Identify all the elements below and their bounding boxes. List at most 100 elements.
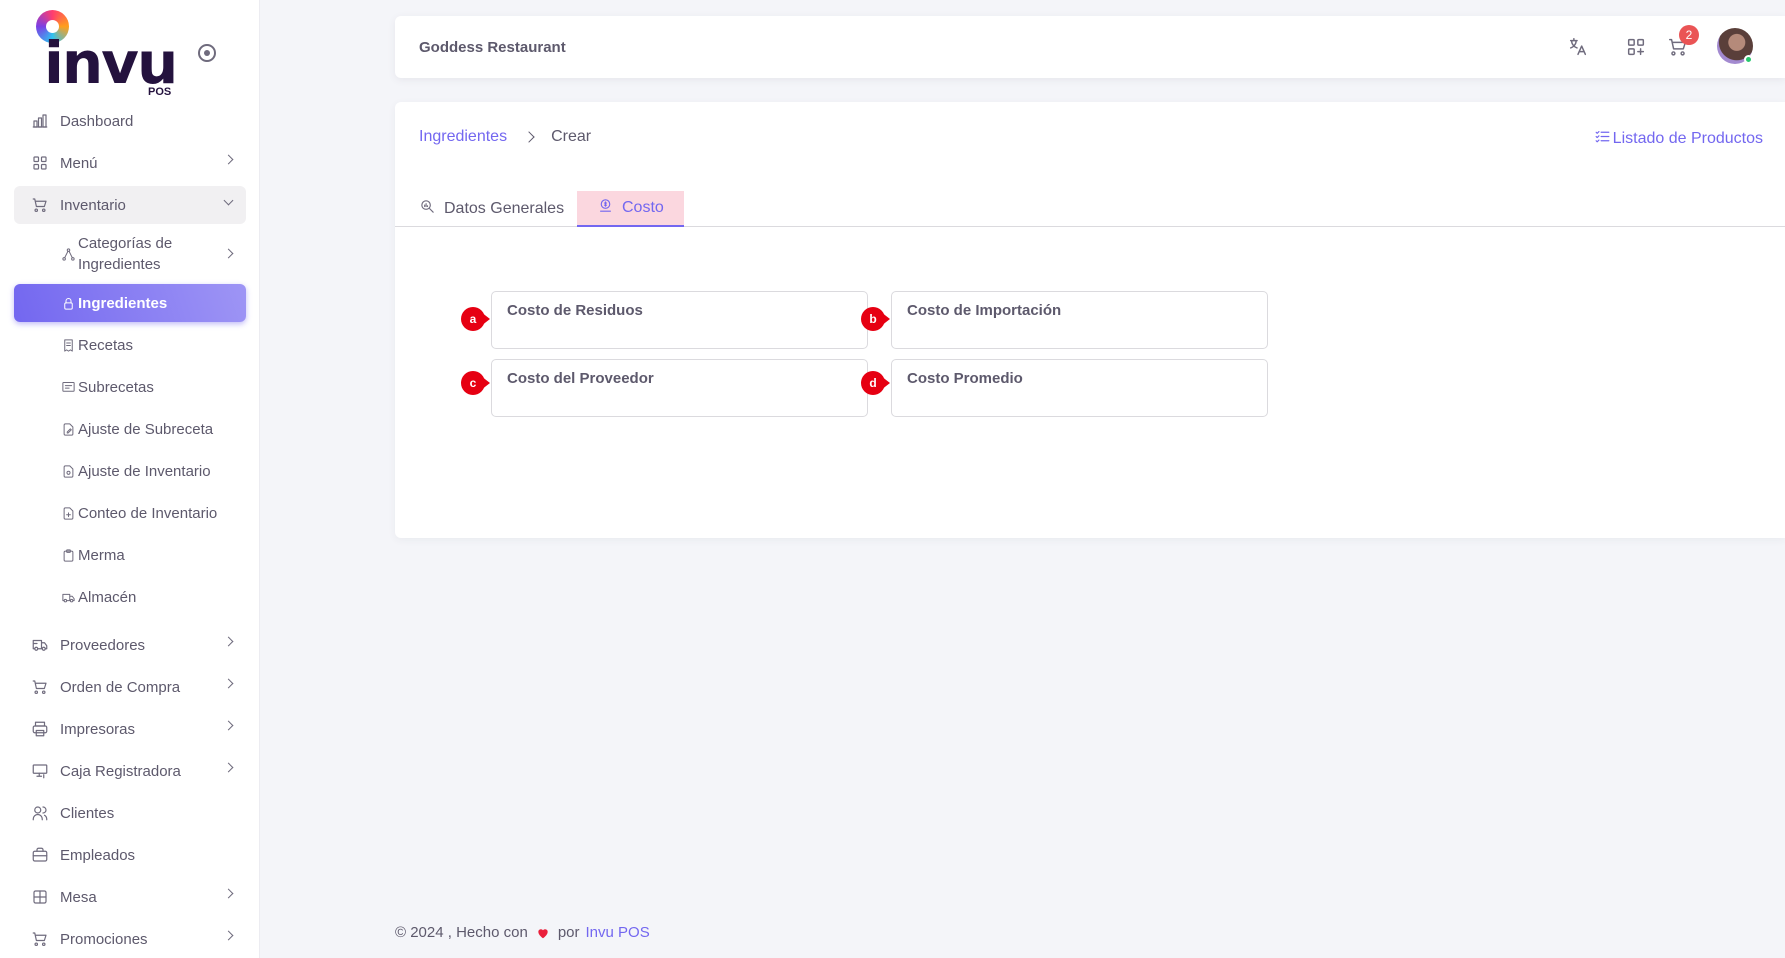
tabs: Datos Generales Costo	[395, 191, 1785, 227]
search-report-icon	[419, 198, 444, 220]
waste-cost-field[interactable]: Costo de Residuos	[491, 291, 868, 349]
sidebar-item-dashboard[interactable]: Dashboard	[14, 102, 246, 140]
tab-costo[interactable]: Costo	[577, 191, 684, 227]
sidebar-item-label: Conteo de Inventario	[78, 504, 218, 522]
import-cost-field[interactable]: Costo de Importación	[891, 291, 1268, 349]
import-cost-input[interactable]	[906, 324, 1251, 344]
sidebar-item-caja-registradora[interactable]: Caja Registradora	[14, 752, 246, 790]
logo-sub: POS	[148, 86, 172, 98]
briefcase-icon	[30, 845, 50, 865]
chevron-right-icon	[223, 762, 234, 773]
chart-bar-icon	[30, 111, 50, 131]
product-list-link[interactable]: Listado de Productos	[1594, 128, 1763, 150]
sidebar-item-label: Empleados	[60, 846, 136, 864]
annotation-marker-a: a	[461, 307, 490, 331]
tab-datos-generales[interactable]: Datos Generales	[399, 191, 584, 227]
sidebar-item-label: Promociones	[60, 930, 148, 948]
top-navbar: Goddess Restaurant 2	[395, 16, 1785, 78]
supplier-cost-label: Costo del Proveedor	[507, 370, 654, 387]
list-details-icon	[60, 379, 76, 395]
sidebar-item-empleados[interactable]: Empleados	[14, 836, 246, 874]
sidebar-item-inventario[interactable]: Inventario	[14, 186, 246, 224]
sidebar-item-orden-compra[interactable]: Orden de Compra	[14, 668, 246, 706]
truck-icon	[60, 589, 76, 605]
sidebar-collapse-toggle[interactable]	[198, 44, 216, 62]
average-cost-input[interactable]	[906, 392, 1251, 412]
waste-cost-label: Costo de Residuos	[507, 302, 643, 319]
shopping-cart-icon	[30, 929, 50, 949]
file-plus-icon	[60, 505, 76, 521]
sidebar-item-label: Ajuste de Subreceta	[78, 420, 214, 438]
sidebar-item-label: Impresoras	[60, 720, 136, 738]
product-list-label: Listado de Productos	[1612, 130, 1763, 147]
breadcrumb-ingredientes[interactable]: Ingredientes	[419, 128, 507, 146]
list-check-icon	[1594, 128, 1613, 150]
footer: © 2024 , Hecho con por Invu POS	[395, 924, 650, 941]
sidebar-item-conteo-inventario[interactable]: Conteo de Inventario	[14, 494, 246, 532]
chevron-right-icon	[223, 720, 234, 731]
chevron-right-icon	[223, 154, 234, 165]
coin-icon	[597, 197, 622, 219]
footer-invu-link[interactable]: Invu POS	[586, 924, 650, 941]
grid-icon	[30, 153, 50, 173]
sidebar-nav: Dashboard Menú Inventario Categorías de …	[14, 102, 246, 958]
apps-add-icon[interactable]	[1623, 34, 1649, 60]
sidebar-item-label: Subrecetas	[78, 378, 154, 396]
sidebar-item-label: Proveedores	[60, 636, 146, 654]
chevron-right-icon	[223, 888, 234, 899]
sidebar-item-ingredientes[interactable]: Ingredientes	[14, 284, 246, 322]
annotation-marker-c: c	[461, 371, 490, 395]
sidebar-item-impresoras[interactable]: Impresoras	[14, 710, 246, 748]
sidebar-item-label: Recetas	[78, 336, 134, 354]
sidebar-item-label: Mesa	[60, 888, 97, 906]
sidebar-item-label: Categorías de Ingredientes	[78, 235, 173, 273]
supplier-cost-input[interactable]	[506, 392, 851, 412]
supplier-cost-field[interactable]: Costo del Proveedor	[491, 359, 868, 417]
shopping-cart-icon	[30, 677, 50, 697]
waste-cost-input[interactable]	[506, 324, 851, 344]
sidebar-item-ajuste-subreceta[interactable]: Ajuste de Subreceta	[14, 410, 246, 448]
chevron-right-icon	[223, 930, 234, 941]
receipt-icon	[60, 337, 76, 353]
import-cost-label: Costo de Importación	[907, 302, 1062, 319]
annotation-marker-d: d	[861, 371, 890, 395]
hierarchy-icon	[60, 246, 76, 262]
avatar[interactable]	[1717, 28, 1753, 64]
tab-label: Datos Generales	[444, 200, 565, 217]
cart-icon[interactable]: 2	[1665, 25, 1699, 60]
cash-register-icon	[30, 761, 50, 781]
annotation-marker-b: b	[861, 307, 890, 331]
sidebar-item-label: Menú	[60, 154, 98, 172]
sidebar-item-proveedores[interactable]: Proveedores	[14, 626, 246, 664]
breadcrumb-crear: Crear	[551, 128, 592, 145]
sidebar: invu POS Dashboard Menú Inventario Categ…	[0, 0, 260, 958]
language-icon[interactable]	[1565, 34, 1591, 60]
clipboard-icon	[60, 547, 76, 563]
sidebar-item-ajuste-inventario[interactable]: Ajuste de Inventario	[14, 452, 246, 490]
sidebar-item-subrecetas[interactable]: Subrecetas	[14, 368, 246, 406]
sidebar-item-label: Orden de Compra	[60, 678, 181, 696]
invu-logo[interactable]: invu POS	[36, 10, 186, 100]
users-icon	[30, 803, 50, 823]
chevron-right-icon	[223, 248, 234, 259]
sidebar-item-merma[interactable]: Merma	[14, 536, 246, 574]
average-cost-field[interactable]: Costo Promedio	[891, 359, 1268, 417]
table-icon	[30, 887, 50, 907]
sidebar-item-clientes[interactable]: Clientes	[14, 794, 246, 832]
lock-icon	[60, 295, 76, 311]
logo-wordmark: invu	[44, 29, 178, 97]
sidebar-item-almacen[interactable]: Almacén	[14, 578, 246, 616]
sidebar-item-promociones[interactable]: Promociones	[14, 920, 246, 958]
sidebar-item-label: Dashboard	[60, 112, 134, 130]
sidebar-item-categorias-ingredientes[interactable]: Categorías de Ingredientes	[14, 228, 246, 280]
sidebar-item-label: Inventario	[60, 196, 126, 214]
online-status-dot	[1744, 55, 1753, 64]
printer-icon	[30, 719, 50, 739]
file-settings-icon	[60, 463, 76, 479]
sidebar-item-recetas[interactable]: Recetas	[14, 326, 246, 364]
sidebar-item-menu[interactable]: Menú	[14, 144, 246, 182]
sidebar-item-mesa[interactable]: Mesa	[14, 878, 246, 916]
sidebar-item-label: Almacén	[78, 588, 137, 606]
breadcrumb: Ingredientes Crear	[419, 128, 591, 146]
chevron-down-icon	[223, 195, 234, 206]
